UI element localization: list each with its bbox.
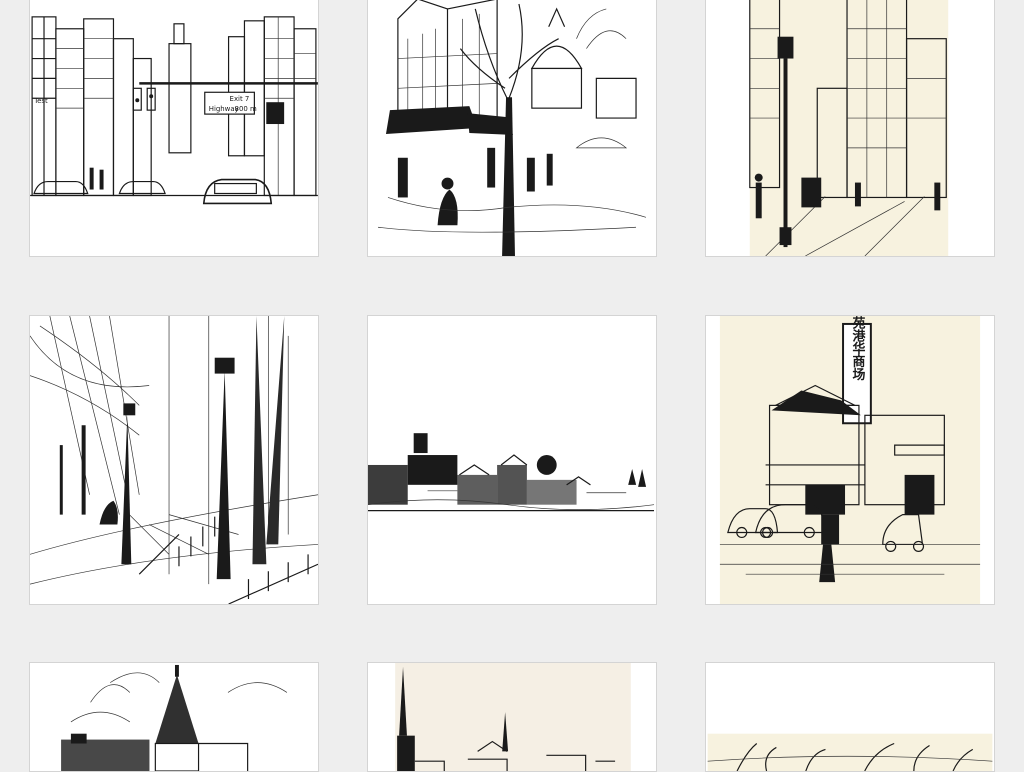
montmartre-sketch — [377, 0, 647, 256]
gallery-card-paris-street[interactable] — [705, 0, 995, 257]
hilltop-village-sketch — [368, 433, 655, 512]
gallery-card-city-street[interactable]: Exit 7 Highway 800 m Test — [29, 0, 319, 257]
gallery-card-riverbank-trees[interactable] — [705, 662, 995, 772]
city-street-sketch: Exit 7 Highway 800 m Test — [30, 0, 318, 208]
city-spires-sketch — [395, 663, 631, 771]
paris-street-sketch — [749, 0, 949, 256]
image-gallery: Exit 7 Highway 800 m Test 鹿苑港华商场 — [0, 0, 1024, 772]
gallery-card-city-spires[interactable] — [367, 662, 657, 772]
riverbank-trees-sketch — [707, 733, 993, 771]
gallery-card-montmartre[interactable] — [367, 0, 657, 257]
sign-exit-text: Exit 7 — [230, 95, 250, 103]
gallery-card-castle-tower[interactable] — [29, 662, 319, 772]
billboard-test-text: Test — [33, 97, 48, 105]
gallery-card-hilltop-village[interactable] — [367, 315, 657, 605]
vertical-sign-text: 鹿苑港华商场 — [849, 316, 865, 382]
gallery-card-stairway-lamps[interactable] — [29, 315, 319, 605]
chinatown-sketch: 鹿苑港华商场 — [719, 316, 981, 604]
castle-tower-sketch — [61, 664, 288, 771]
stairway-lamps-sketch — [30, 316, 318, 604]
gallery-card-chinatown[interactable]: 鹿苑港华商场 — [705, 315, 995, 605]
sign-distance-text: 800 m — [235, 105, 257, 113]
